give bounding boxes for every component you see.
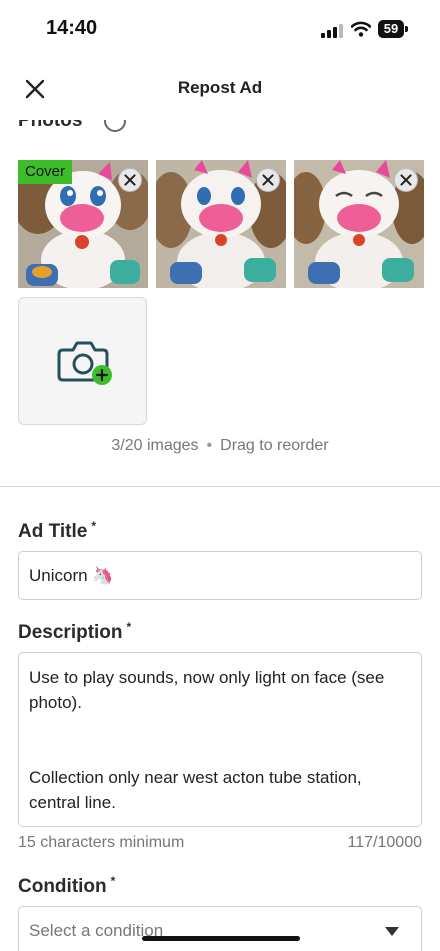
remove-photo-3-button[interactable] <box>394 168 418 192</box>
camera-plus-icon <box>57 341 112 385</box>
home-indicator <box>142 936 300 941</box>
required-mark: * <box>110 874 116 888</box>
photo-thumbnail-1[interactable]: Cover <box>18 160 148 288</box>
nav-bar: Repost Ad <box>0 58 440 120</box>
section-divider <box>0 486 440 487</box>
form-content: Photos Cover 3/20 images • Drag to reord… <box>0 0 440 951</box>
required-mark: * <box>126 620 132 634</box>
remove-photo-1-button[interactable] <box>118 168 142 192</box>
description-min-hint: 15 characters minimum <box>18 834 185 851</box>
reorder-hint: Drag to reorder <box>220 437 329 454</box>
images-info: 3/20 images • Drag to reorder <box>0 437 440 455</box>
condition-label: Condition * <box>18 874 116 897</box>
add-photo-button[interactable] <box>18 297 147 425</box>
photo-thumbnail-3[interactable] <box>294 160 424 288</box>
ad-title-input[interactable]: Unicorn 🦄 <box>18 551 422 600</box>
photo-thumbnail-2[interactable] <box>156 160 286 288</box>
chevron-down-icon <box>385 927 399 936</box>
ad-title-label: Ad Title * <box>18 519 96 542</box>
description-textarea[interactable]: Use to play sounds, now only light on fa… <box>18 652 422 827</box>
condition-select[interactable]: Select a condition <box>18 906 422 951</box>
image-count: 3/20 images <box>111 437 199 454</box>
remove-photo-2-button[interactable] <box>256 168 280 192</box>
page-title: Repost Ad <box>177 78 263 97</box>
description-char-count: 117/10000 <box>347 834 422 851</box>
description-label: Description * <box>18 620 132 643</box>
cover-badge: Cover <box>18 160 72 184</box>
required-mark: * <box>91 519 96 533</box>
separator-dot: • <box>206 437 213 454</box>
